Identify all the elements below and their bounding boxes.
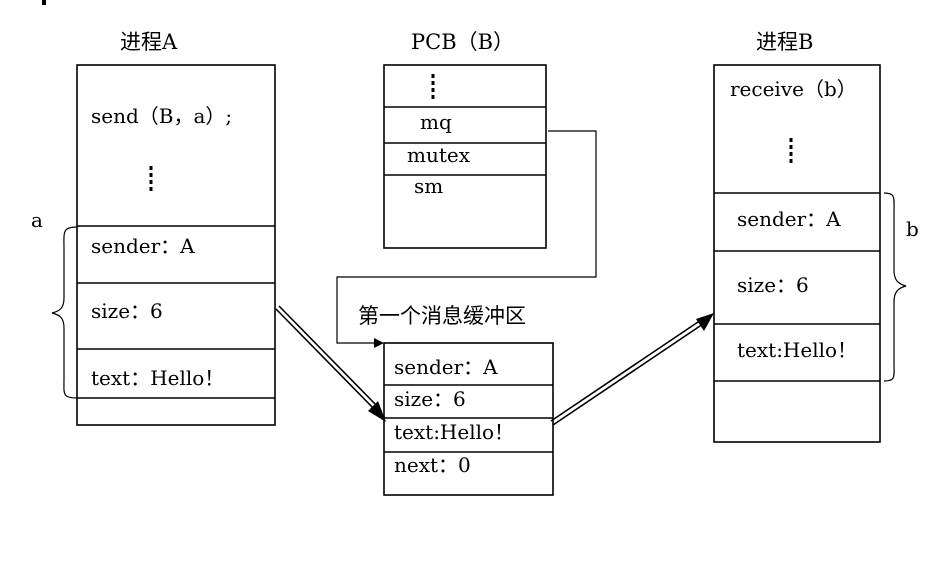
buffer-text: text:Hello！ [394,420,514,444]
process-a-send-call: send（B，a）; [91,104,232,128]
process-b-receive-call: receive（b） [730,77,857,101]
buffer-next: next：0 [394,453,471,477]
process-a-title: 进程A [120,30,178,54]
process-a-sender: sender：A [91,234,195,258]
process-b-size: size：6 [737,273,809,297]
process-a-brace [51,226,78,399]
pcb-mutex: mutex [407,143,471,167]
buffer-title: 第一个消息缓冲区 [358,304,526,328]
buffer-size: size：6 [394,387,466,411]
receive-copy-arrow [550,313,714,426]
pcb-sm: sm [414,174,443,198]
receive-copy-arrowhead [696,313,714,331]
pcb-b: PCB（B） mq mutex sm [383,30,547,249]
process-b-brace [883,192,907,382]
corner-mark [42,0,46,5]
process-b-sender: sender：A [737,207,841,231]
process-b: 进程B receive（b） sender：A size：6 text:Hell… [713,30,919,443]
process-b-brace-label: b [906,217,919,241]
process-a: 进程A send（B，a）; sender：A size：6 text：Hell… [31,30,276,426]
pcb-title: PCB（B） [411,30,514,54]
process-b-title: 进程B [756,30,813,54]
process-a-size: size：6 [91,299,163,323]
pcb-mq: mq [420,110,452,134]
process-b-box [713,64,881,443]
message-buffer: 第一个消息缓冲区 sender：A size：6 text:Hello！ nex… [358,304,554,496]
process-b-text: text:Hello！ [737,338,857,362]
mq-pointer-arrowhead [374,338,384,348]
buffer-sender: sender：A [394,355,498,379]
process-a-text: text：Hello！ [91,366,224,390]
message-passing-diagram: 进程A send（B，a）; sender：A size：6 text：Hell… [31,0,919,496]
process-a-brace-label: a [31,208,43,232]
